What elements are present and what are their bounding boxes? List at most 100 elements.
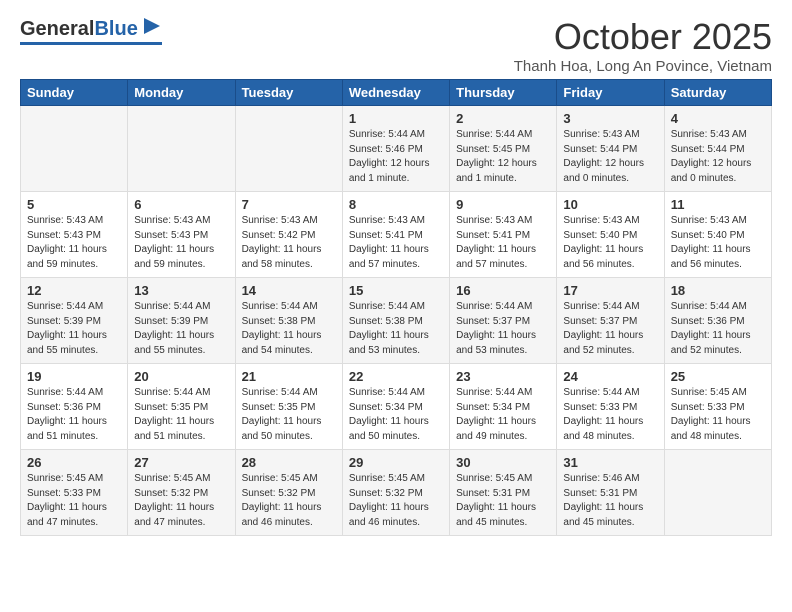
day-number: 31 xyxy=(563,455,657,470)
logo-arrow-icon xyxy=(142,16,162,36)
day-info: Sunrise: 5:45 AM Sunset: 5:32 PM Dayligh… xyxy=(242,472,336,530)
day-info: Sunrise: 5:43 AM Sunset: 5:40 PM Dayligh… xyxy=(563,214,657,272)
day-number: 25 xyxy=(671,369,765,384)
day-info: Sunrise: 5:43 AM Sunset: 5:44 PM Dayligh… xyxy=(671,128,765,186)
day-number: 30 xyxy=(456,455,550,470)
calendar-cell: 9 Sunrise: 5:43 AM Sunset: 5:41 PM Daylig… xyxy=(450,192,557,278)
day-number: 18 xyxy=(671,283,765,298)
col-thursday: Thursday xyxy=(450,80,557,106)
day-number: 28 xyxy=(242,455,336,470)
day-info: Sunrise: 5:43 AM Sunset: 5:41 PM Dayligh… xyxy=(349,214,443,272)
day-info: Sunrise: 5:44 AM Sunset: 5:37 PM Dayligh… xyxy=(563,300,657,358)
calendar-cell: 4 Sunrise: 5:43 AM Sunset: 5:44 PM Daylig… xyxy=(664,106,771,192)
day-info: Sunrise: 5:44 AM Sunset: 5:45 PM Dayligh… xyxy=(456,128,550,186)
calendar-cell: 26 Sunrise: 5:45 AM Sunset: 5:33 PM Dayli… xyxy=(21,450,128,536)
calendar-week-2: 5Sunrise: 5:43 AM Sunset: 5:43 PM Daylig… xyxy=(21,192,772,278)
calendar-cell: 1 Sunrise: 5:44 AM Sunset: 5:46 PM Daylig… xyxy=(342,106,449,192)
day-info: Sunrise: 5:43 AM Sunset: 5:40 PM Dayligh… xyxy=(671,214,765,272)
header: General Blue October 2025 Thanh Hoa, Lon… xyxy=(20,16,772,75)
day-info: Sunrise: 5:44 AM Sunset: 5:36 PM Dayligh… xyxy=(671,300,765,358)
day-number: 3 xyxy=(563,111,657,126)
day-number: 14 xyxy=(242,283,336,298)
calendar-body: 1 Sunrise: 5:44 AM Sunset: 5:46 PM Daylig… xyxy=(21,106,772,536)
col-tuesday: Tuesday xyxy=(235,80,342,106)
calendar-cell: 17 Sunrise: 5:44 AM Sunset: 5:37 PM Dayli… xyxy=(557,278,664,364)
calendar-cell: 19 Sunrise: 5:44 AM Sunset: 5:36 PM Dayli… xyxy=(21,364,128,450)
calendar-cell: 27Sunrise: 5:45 AM Sunset: 5:32 PM Dayli… xyxy=(128,450,235,536)
day-number: 22 xyxy=(349,369,443,384)
day-number: 12 xyxy=(27,283,121,298)
calendar-cell xyxy=(235,106,342,192)
calendar-cell: 10 Sunrise: 5:43 AM Sunset: 5:40 PM Dayli… xyxy=(557,192,664,278)
day-info: Sunrise: 5:45 AM Sunset: 5:33 PM Dayligh… xyxy=(671,386,765,444)
day-info: Sunrise: 5:44 AM Sunset: 5:39 PM Dayligh… xyxy=(134,300,228,358)
col-sunday: Sunday xyxy=(21,80,128,106)
title-block: October 2025 Thanh Hoa, Long An Povince,… xyxy=(514,16,772,75)
day-number: 23 xyxy=(456,369,550,384)
calendar-cell: 31 Sunrise: 5:46 AM Sunset: 5:31 PM Dayli… xyxy=(557,450,664,536)
day-info: Sunrise: 5:45 AM Sunset: 5:33 PM Dayligh… xyxy=(27,472,121,530)
day-info: Sunrise: 5:44 AM Sunset: 5:39 PM Dayligh… xyxy=(27,300,121,358)
calendar-cell: 5Sunrise: 5:43 AM Sunset: 5:43 PM Daylig… xyxy=(21,192,128,278)
day-number: 4 xyxy=(671,111,765,126)
calendar-cell: 21Sunrise: 5:44 AM Sunset: 5:35 PM Dayli… xyxy=(235,364,342,450)
calendar-table: Sunday Monday Tuesday Wednesday Thursday… xyxy=(20,79,772,536)
day-info: Sunrise: 5:46 AM Sunset: 5:31 PM Dayligh… xyxy=(563,472,657,530)
day-info: Sunrise: 5:44 AM Sunset: 5:37 PM Dayligh… xyxy=(456,300,550,358)
day-number: 7 xyxy=(242,197,336,212)
day-number: 1 xyxy=(349,111,443,126)
day-number: 16 xyxy=(456,283,550,298)
calendar-week-5: 26 Sunrise: 5:45 AM Sunset: 5:33 PM Dayli… xyxy=(21,450,772,536)
calendar-cell: 14Sunrise: 5:44 AM Sunset: 5:38 PM Dayli… xyxy=(235,278,342,364)
day-number: 2 xyxy=(456,111,550,126)
calendar-cell: 28 Sunrise: 5:45 AM Sunset: 5:32 PM Dayli… xyxy=(235,450,342,536)
day-number: 24 xyxy=(563,369,657,384)
calendar-week-1: 1 Sunrise: 5:44 AM Sunset: 5:46 PM Daylig… xyxy=(21,106,772,192)
calendar-cell xyxy=(128,106,235,192)
calendar-cell: 7Sunrise: 5:43 AM Sunset: 5:42 PM Daylig… xyxy=(235,192,342,278)
day-number: 6 xyxy=(134,197,228,212)
calendar-cell: 16 Sunrise: 5:44 AM Sunset: 5:37 PM Dayli… xyxy=(450,278,557,364)
calendar-cell: 18 Sunrise: 5:44 AM Sunset: 5:36 PM Dayli… xyxy=(664,278,771,364)
calendar-cell: 25 Sunrise: 5:45 AM Sunset: 5:33 PM Dayli… xyxy=(664,364,771,450)
calendar-cell: 11 Sunrise: 5:43 AM Sunset: 5:40 PM Dayli… xyxy=(664,192,771,278)
calendar-cell: 13 Sunrise: 5:44 AM Sunset: 5:39 PM Dayli… xyxy=(128,278,235,364)
day-info: Sunrise: 5:43 AM Sunset: 5:44 PM Dayligh… xyxy=(563,128,657,186)
logo: General Blue xyxy=(20,16,162,45)
day-number: 19 xyxy=(27,369,121,384)
day-number: 15 xyxy=(349,283,443,298)
day-number: 10 xyxy=(563,197,657,212)
subtitle: Thanh Hoa, Long An Povince, Vietnam xyxy=(514,58,772,75)
day-info: Sunrise: 5:44 AM Sunset: 5:36 PM Dayligh… xyxy=(27,386,121,444)
day-number: 29 xyxy=(349,455,443,470)
day-number: 9 xyxy=(456,197,550,212)
day-number: 11 xyxy=(671,197,765,212)
day-number: 27 xyxy=(134,455,228,470)
calendar-cell: 2 Sunrise: 5:44 AM Sunset: 5:45 PM Daylig… xyxy=(450,106,557,192)
calendar-cell: 3 Sunrise: 5:43 AM Sunset: 5:44 PM Daylig… xyxy=(557,106,664,192)
day-info: Sunrise: 5:44 AM Sunset: 5:35 PM Dayligh… xyxy=(134,386,228,444)
day-info: Sunrise: 5:44 AM Sunset: 5:35 PM Dayligh… xyxy=(242,386,336,444)
calendar-cell: 22 Sunrise: 5:44 AM Sunset: 5:34 PM Dayli… xyxy=(342,364,449,450)
day-info: Sunrise: 5:44 AM Sunset: 5:34 PM Dayligh… xyxy=(349,386,443,444)
calendar-cell xyxy=(21,106,128,192)
calendar-week-3: 12 Sunrise: 5:44 AM Sunset: 5:39 PM Dayli… xyxy=(21,278,772,364)
calendar-week-4: 19 Sunrise: 5:44 AM Sunset: 5:36 PM Dayli… xyxy=(21,364,772,450)
day-info: Sunrise: 5:43 AM Sunset: 5:43 PM Dayligh… xyxy=(134,214,228,272)
day-info: Sunrise: 5:44 AM Sunset: 5:46 PM Dayligh… xyxy=(349,128,443,186)
calendar-cell: 23Sunrise: 5:44 AM Sunset: 5:34 PM Dayli… xyxy=(450,364,557,450)
logo-general: General xyxy=(20,18,94,40)
logo-blue: Blue xyxy=(94,18,137,40)
calendar-cell: 29Sunrise: 5:45 AM Sunset: 5:32 PM Dayli… xyxy=(342,450,449,536)
calendar-cell: 24Sunrise: 5:44 AM Sunset: 5:33 PM Dayli… xyxy=(557,364,664,450)
day-number: 17 xyxy=(563,283,657,298)
col-saturday: Saturday xyxy=(664,80,771,106)
month-title: October 2025 xyxy=(514,16,772,58)
day-number: 13 xyxy=(134,283,228,298)
calendar-cell: 15Sunrise: 5:44 AM Sunset: 5:38 PM Dayli… xyxy=(342,278,449,364)
day-info: Sunrise: 5:43 AM Sunset: 5:41 PM Dayligh… xyxy=(456,214,550,272)
calendar-cell: 12 Sunrise: 5:44 AM Sunset: 5:39 PM Dayli… xyxy=(21,278,128,364)
day-number: 8 xyxy=(349,197,443,212)
calendar-header: Sunday Monday Tuesday Wednesday Thursday… xyxy=(21,80,772,106)
day-number: 26 xyxy=(27,455,121,470)
